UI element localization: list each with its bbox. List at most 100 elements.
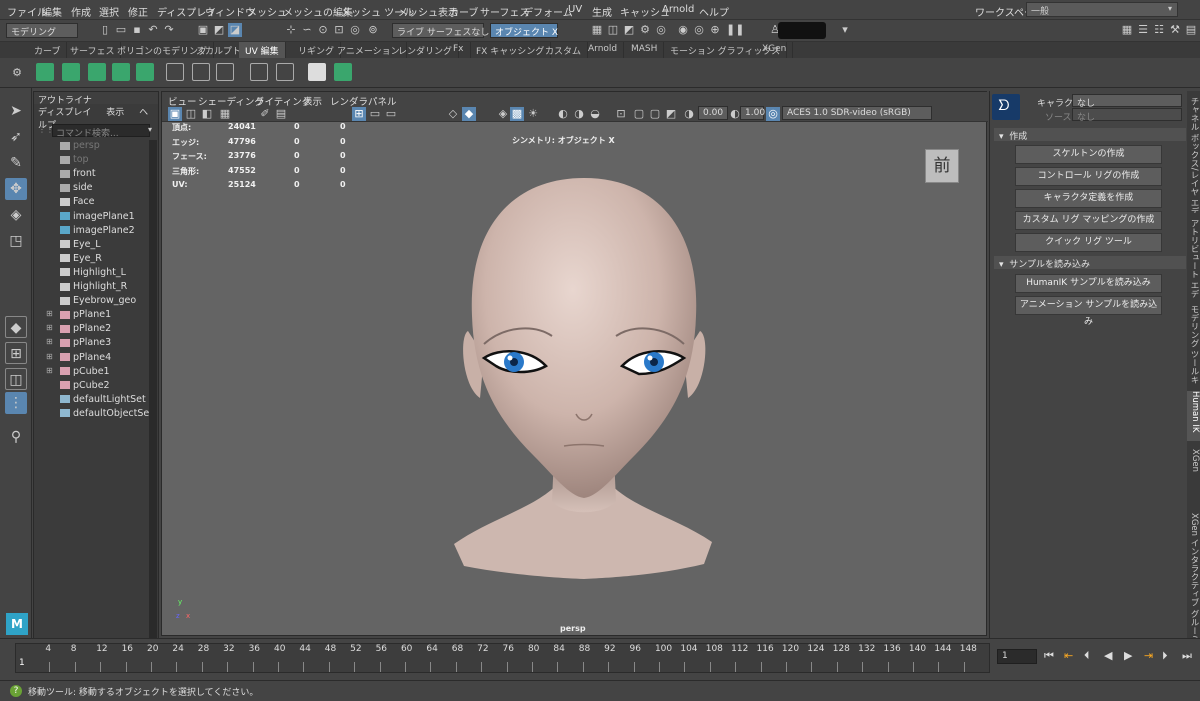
load-animation-sample-button[interactable]: アニメーション サンプルを読み込み — [1015, 296, 1162, 327]
outliner-item[interactable]: imagePlane2 — [50, 225, 135, 239]
xray-icon[interactable]: ▢ — [632, 107, 646, 121]
arnold-settings-icon[interactable]: ⊕ — [708, 23, 722, 37]
shelf-tab-0[interactable]: カーブ — [28, 42, 68, 58]
tab-human-ik[interactable]: Human IK — [1187, 391, 1200, 441]
outliner-item[interactable]: defaultLightSet — [50, 394, 146, 408]
save-scene-icon[interactable]: ▪ — [130, 23, 144, 37]
view-cube[interactable]: 前 — [925, 149, 959, 183]
tab-xgen[interactable]: XGen — [1187, 449, 1200, 479]
bookmark-icon[interactable]: ◧ — [200, 107, 214, 121]
grid-icon[interactable]: ⊞ — [352, 107, 366, 121]
outliner-item[interactable]: ⊞ pPlane2 — [46, 323, 111, 337]
outliner-scrollbar[interactable] — [149, 140, 157, 660]
camera-attributes-icon[interactable]: ◫ — [184, 107, 198, 121]
go-to-end-icon[interactable]: ⏭ — [1182, 649, 1192, 663]
wireframe-on-shaded-icon[interactable]: ▩ — [510, 107, 524, 121]
outliner-item[interactable]: ⊞ pCube1 — [46, 366, 110, 380]
layout-uv-icon[interactable] — [250, 63, 268, 81]
planar-map-icon[interactable] — [36, 63, 54, 81]
uv-shell-icon[interactable] — [216, 63, 234, 81]
shelf-tab-11[interactable]: Arnold — [582, 42, 625, 58]
paint-select-tool-icon[interactable]: ✎ — [5, 152, 27, 174]
exposure-icon[interactable]: ◑ — [682, 107, 696, 121]
search-icon[interactable]: ⚲ — [5, 426, 27, 448]
step-forward-frame-icon[interactable]: ⏵ — [1162, 649, 1168, 663]
menu-item-7[interactable]: メッシュ — [247, 4, 287, 19]
automatic-map-icon[interactable] — [62, 63, 80, 81]
current-frame-field[interactable]: 1 — [997, 649, 1037, 664]
step-back-frame-icon[interactable]: ⏴ — [1084, 649, 1090, 663]
split-uv-icon[interactable] — [276, 63, 294, 81]
snap-point-icon[interactable]: ⊙ — [316, 23, 330, 37]
outliner-menu-show[interactable]: 表示 — [106, 108, 124, 118]
render-view-icon[interactable]: ▦ — [590, 23, 604, 37]
grease-pencil-icon[interactable]: ✐ — [258, 107, 272, 121]
lasso-tool-icon[interactable]: ➶ — [5, 126, 27, 148]
create-character-definition-button[interactable]: キャラクタ定義を作成 — [1015, 189, 1162, 208]
attribute-editor-toggle-icon[interactable]: ☷ — [1152, 23, 1166, 37]
gamma-field[interactable]: 1.00 — [740, 106, 765, 120]
outliner-item[interactable]: Eyebrow_geo — [50, 295, 136, 309]
tool-settings-toggle-icon[interactable]: ⚒ — [1168, 23, 1182, 37]
step-forward-key-icon[interactable]: ⇥ — [1144, 649, 1153, 662]
outliner-item[interactable]: pCube2 — [50, 380, 110, 394]
select-camera-icon[interactable]: ▣ — [168, 107, 182, 121]
outliner-item[interactable]: defaultObjectSet — [50, 408, 153, 422]
shelf-tab-4[interactable]: UV 編集 — [239, 42, 286, 58]
checker-map-icon[interactable] — [308, 63, 326, 81]
expand-icon[interactable]: ⊞ — [46, 366, 53, 375]
outliner-item[interactable]: top — [50, 154, 89, 168]
arnold-ipr-icon[interactable]: ◎ — [692, 23, 706, 37]
select-tool-icon[interactable]: ➤ — [5, 100, 27, 122]
rotate-tool-icon[interactable]: ◈ — [5, 204, 27, 226]
single-perspective-layout-icon[interactable]: ◆ — [5, 316, 27, 338]
shelf-tab-8[interactable]: Fx — [447, 42, 471, 58]
head-model[interactable] — [454, 176, 714, 581]
outliner-search-input[interactable]: コマンド検索... — [52, 124, 150, 139]
snap-view-icon[interactable]: ⊡ — [332, 23, 346, 37]
menu-item-2[interactable]: 作成 — [71, 4, 91, 19]
outliner-layout-icon[interactable]: ⋮ — [5, 392, 27, 414]
outliner-item[interactable]: side — [50, 182, 92, 196]
cut-uv-icon[interactable] — [166, 63, 184, 81]
select-component-icon[interactable]: ◪ — [228, 23, 242, 37]
load-humanik-sample-button[interactable]: HumanIK サンプルを読み込み — [1015, 274, 1162, 293]
menu-item-3[interactable]: 選択 — [99, 4, 119, 19]
textured-icon[interactable]: ◈ — [496, 107, 510, 121]
use-all-lights-icon[interactable]: ☀ — [526, 107, 540, 121]
hypershade-icon[interactable]: ◎ — [654, 23, 668, 37]
character-select[interactable]: なし — [1072, 94, 1182, 109]
tab-channel-box[interactable]: チャネル ボックス/レイヤ エディタ — [1187, 97, 1200, 213]
section-create[interactable]: ▾ 作成 — [994, 128, 1186, 142]
four-view-layout-icon[interactable]: ⊞ — [5, 342, 27, 364]
pause-icon[interactable]: ❚❚ — [726, 23, 744, 37]
scale-tool-icon[interactable]: ◳ — [5, 230, 27, 252]
live-surface-field[interactable]: ライブ サーフェスなし — [392, 23, 489, 38]
expand-icon[interactable]: ⊞ — [46, 337, 53, 346]
redo-icon[interactable]: ↷ — [162, 23, 176, 37]
search-dropdown-icon[interactable]: ▾ — [148, 125, 152, 134]
move-tool-icon[interactable]: ✥ — [5, 178, 27, 200]
shelf-tab-12[interactable]: MASH — [625, 42, 665, 58]
outliner-item[interactable]: Face — [50, 196, 94, 210]
expand-icon[interactable]: ⊞ — [46, 309, 53, 318]
outliner-item[interactable]: Highlight_R — [50, 281, 127, 295]
create-custom-rig-mapping-button[interactable]: カスタム リグ マッピングの作成 — [1015, 211, 1162, 230]
play-backward-icon[interactable]: ◀ — [1104, 649, 1112, 662]
menu-item-18[interactable]: ヘルプ — [699, 4, 729, 19]
select-hierarchy-icon[interactable]: ▣ — [196, 23, 210, 37]
viewport-panel[interactable]: ビュー シェーディング ライティング 表示 レンダラ パネル ▣ ◫ ◧ ▦ ✐… — [161, 91, 988, 636]
image-plane-toggle-icon[interactable]: ▦ — [218, 107, 232, 121]
xray-joints-icon[interactable]: ▢ — [648, 107, 662, 121]
shadows-icon[interactable]: ◐ — [556, 107, 570, 121]
symmetry-select[interactable]: オブジェクト X — [490, 23, 558, 38]
smooth-shade-icon[interactable]: ◆ — [462, 107, 476, 121]
source-select[interactable]: なし — [1072, 108, 1182, 123]
menu-item-1[interactable]: 編集 — [42, 4, 62, 19]
wireframe-icon[interactable]: ◇ — [446, 107, 460, 121]
view-transform-icon[interactable]: ◎ — [766, 107, 780, 121]
spherical-map-icon[interactable] — [112, 63, 130, 81]
undo-icon[interactable]: ↶ — [146, 23, 160, 37]
outliner-item[interactable]: imagePlane1 — [50, 211, 135, 225]
play-forward-icon[interactable]: ▶ — [1124, 649, 1132, 662]
